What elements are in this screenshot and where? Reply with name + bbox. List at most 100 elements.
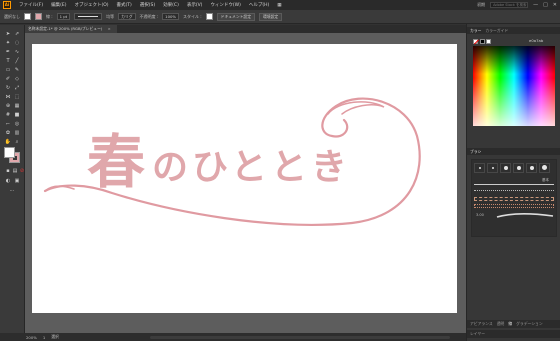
color-hex-value[interactable]: e0a7ab: [529, 38, 543, 43]
color-panel-header: カラー カラーガイド: [467, 27, 560, 34]
title-rest-chars[interactable]: のひととき: [152, 146, 351, 188]
appearance-panel-tabs: アピアランス 透明 線 グラデーション: [467, 320, 560, 328]
stock-search-input[interactable]: Adobe Stock を検索: [490, 2, 529, 8]
menubar: Ai ファイル(F) 編集(E) オブジェクト(O) 書式(T) 選択(S) 効…: [0, 0, 560, 10]
brush-calligraphic-preview[interactable]: [496, 212, 554, 220]
rectangle-tool-icon[interactable]: ▭: [4, 67, 12, 74]
stroke-profile-dropdown[interactable]: [74, 13, 103, 20]
tab-layers[interactable]: レイヤー: [470, 331, 485, 336]
graph-tool-icon[interactable]: ▥: [13, 130, 21, 137]
menu-window[interactable]: ウィンドウ(W): [206, 2, 244, 8]
opacity-field[interactable]: 100%: [162, 13, 180, 20]
menu-view[interactable]: 表示(V): [183, 2, 207, 8]
brush-stroke-2[interactable]: [474, 190, 554, 195]
brush-stroke-3[interactable]: [474, 197, 554, 201]
menu-file[interactable]: ファイル(F): [15, 2, 47, 8]
tab-brushes[interactable]: ブラシ: [470, 149, 481, 155]
menu-help[interactable]: ヘルプ(H): [245, 2, 273, 8]
brush-preset-4[interactable]: [513, 163, 524, 173]
symbol-sprayer-tool-icon[interactable]: ✿: [4, 130, 12, 137]
brush-stroke-4[interactable]: [474, 204, 554, 208]
blend-tool-icon[interactable]: ◎: [13, 121, 21, 128]
document-setup-button[interactable]: ドキュメント設定: [216, 12, 256, 21]
swash-tail-path[interactable]: [44, 185, 75, 192]
black-color-swatch[interactable]: [480, 39, 485, 44]
zoom-level[interactable]: 200%: [26, 335, 37, 340]
color-spectrum[interactable]: [473, 46, 555, 126]
direct-selection-tool-icon[interactable]: ⇗: [13, 31, 21, 38]
shaper-tool-icon[interactable]: ✐: [4, 76, 12, 83]
curvature-tool-icon[interactable]: ∿: [13, 49, 21, 56]
graphic-style-swatch[interactable]: [205, 13, 213, 20]
workspace-label[interactable]: 初期: [477, 2, 485, 8]
document-tab[interactable]: 名称未設定-1* @ 200% (RGB/プレビュー) ×: [25, 25, 117, 33]
document-tab-bar: 名称未設定-1* @ 200% (RGB/プレビュー) ×: [25, 25, 466, 33]
zoom-tool-icon[interactable]: ⌕: [13, 139, 21, 146]
layers-panel-tab: レイヤー: [467, 330, 560, 338]
brush-preset-6[interactable]: [539, 163, 550, 173]
fill-swatch[interactable]: [4, 147, 15, 158]
rotate-tool-icon[interactable]: ↻: [4, 85, 12, 92]
opacity-label: 不透明度 :: [139, 13, 159, 19]
stroke-color-swatch[interactable]: [35, 13, 42, 20]
tab-appearance[interactable]: アピアランス: [470, 321, 493, 327]
eyedropper-tool-icon[interactable]: ⌐: [4, 121, 12, 128]
magic-wand-tool-icon[interactable]: ✦: [4, 40, 12, 47]
fill-color-swatch[interactable]: [24, 13, 31, 20]
menu-edit[interactable]: 編集(E): [47, 2, 70, 8]
tab-color[interactable]: カラー: [470, 28, 481, 34]
more-tools-icon[interactable]: ⋯: [8, 188, 16, 195]
document-tab-close-icon[interactable]: ×: [108, 26, 111, 31]
pen-tool-icon[interactable]: ✒: [4, 49, 12, 56]
draw-mode-icon[interactable]: ◐: [4, 178, 12, 185]
eraser-tool-icon[interactable]: ◇: [13, 76, 21, 83]
minimize-button[interactable]: —: [533, 2, 538, 8]
tab-stroke[interactable]: 線: [508, 321, 512, 327]
brush-preset-2[interactable]: [487, 163, 498, 173]
menu-object[interactable]: オブジェクト(O): [70, 2, 112, 8]
swash-inner-path[interactable]: [327, 101, 385, 115]
stroke-style-label: 均等: [106, 13, 115, 19]
tab-transparency[interactable]: 透明: [497, 321, 505, 327]
calligraphy-artwork[interactable]: 春 のひととき: [32, 44, 457, 313]
white-color-swatch[interactable]: [486, 39, 491, 44]
brush-preset-1[interactable]: [474, 163, 485, 173]
tab-color-guide[interactable]: カラーガイド: [485, 28, 508, 34]
scale-tool-icon[interactable]: ⤢: [13, 85, 21, 92]
style-label: スタイル :: [183, 13, 202, 19]
stroke-weight-field[interactable]: 1 pt: [56, 13, 71, 20]
none-color-swatch[interactable]: [473, 39, 478, 44]
close-button[interactable]: ✕: [553, 2, 557, 8]
basic-brush-label: 基本: [542, 178, 549, 182]
title-main-char[interactable]: 春: [87, 128, 145, 196]
selection-tool-icon[interactable]: ➤: [4, 31, 12, 38]
menu-effect[interactable]: 効果(C): [159, 2, 183, 8]
brushes-panel-header: ブラシ: [467, 148, 560, 155]
brush-stroke-1[interactable]: [474, 184, 554, 189]
brushes-panel: 基本 3.00: [471, 159, 557, 237]
page-number[interactable]: 1: [43, 335, 45, 340]
type-tool-icon[interactable]: T: [4, 58, 12, 65]
menu-select[interactable]: 選択(S): [136, 2, 159, 8]
brush-preset-3[interactable]: [500, 163, 511, 173]
preferences-button[interactable]: 環境設定: [259, 12, 283, 21]
maximize-button[interactable]: □: [543, 2, 548, 8]
shape-builder-tool-icon[interactable]: ⊕: [4, 103, 12, 110]
gradient-tool-icon[interactable]: ■: [13, 112, 21, 119]
workspace-switcher-icon[interactable]: ▦: [273, 3, 285, 8]
brush-definition-dropdown[interactable]: カリグ: [118, 13, 136, 20]
mesh-tool-icon[interactable]: #: [4, 112, 12, 119]
horizontal-scrollbar[interactable]: [150, 335, 450, 339]
free-transform-tool-icon[interactable]: ⬚: [13, 94, 21, 101]
perspective-grid-tool-icon[interactable]: ▦: [13, 103, 21, 110]
screen-mode-icon[interactable]: ▣: [13, 178, 21, 185]
right-panel-column: カラー カラーガイド e0a7ab ブラシ 基本 3.00 アピアランス 透明 …: [466, 24, 560, 341]
width-tool-icon[interactable]: ⋈: [4, 94, 12, 101]
tab-gradient[interactable]: グラデーション: [516, 321, 543, 327]
menu-type[interactable]: 書式(T): [113, 2, 136, 8]
lasso-tool-icon[interactable]: ◌: [13, 40, 21, 47]
hand-tool-icon[interactable]: ✋: [4, 139, 12, 146]
line-tool-icon[interactable]: ╱: [13, 58, 21, 65]
brush-preset-5[interactable]: [526, 163, 537, 173]
paintbrush-tool-icon[interactable]: ✎: [13, 67, 21, 74]
